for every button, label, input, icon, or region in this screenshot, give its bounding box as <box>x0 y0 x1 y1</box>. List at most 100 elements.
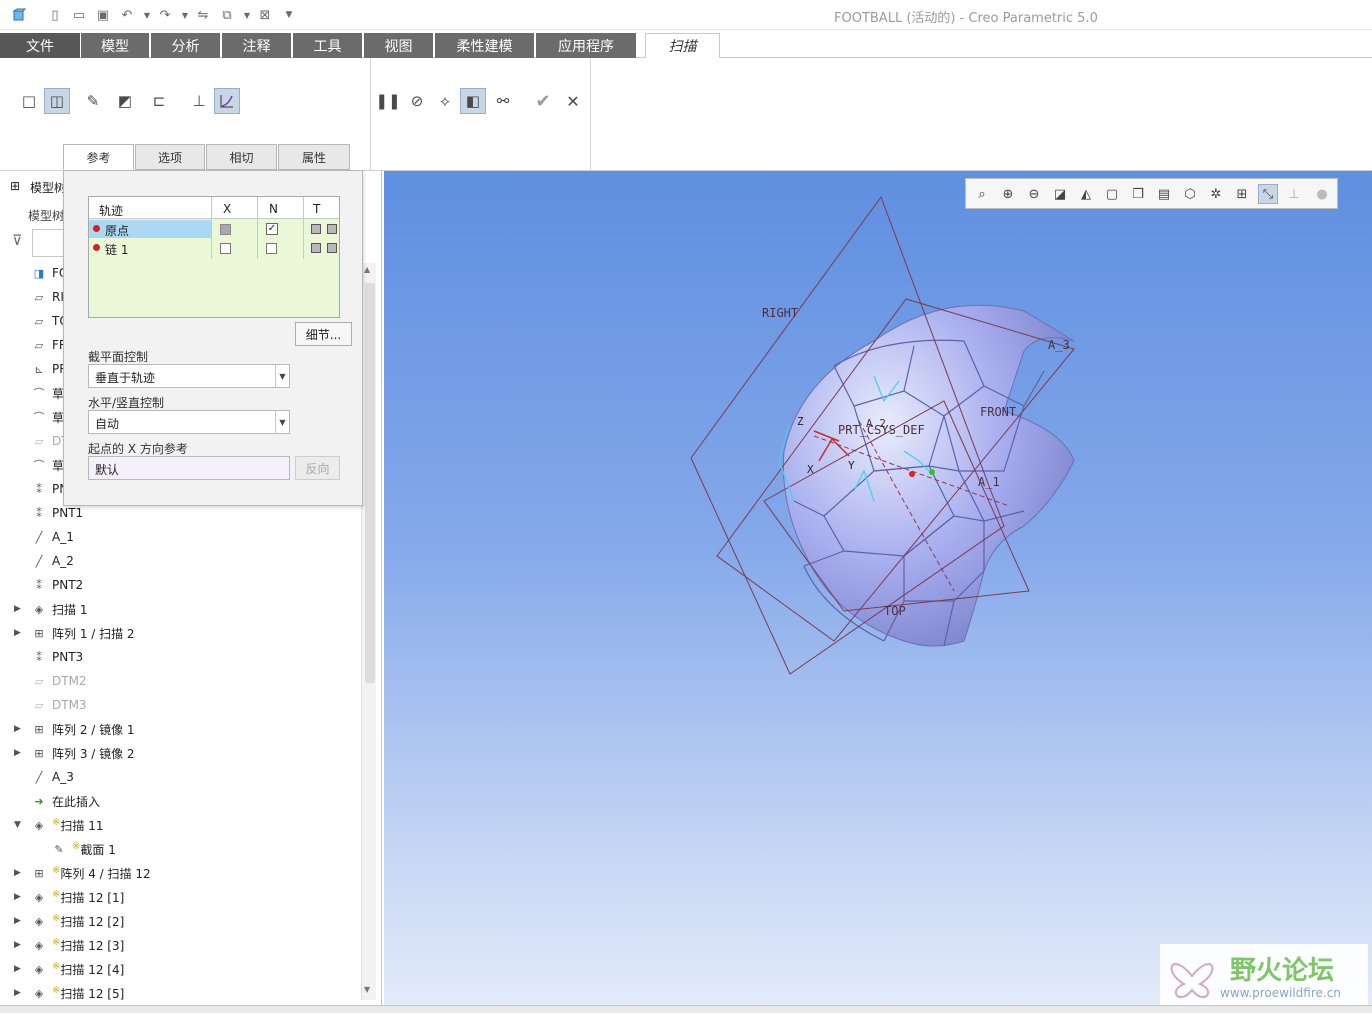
details-button[interactable]: 细节... <box>295 322 352 346</box>
scroll-down-icon[interactable]: ▼ <box>364 985 370 994</box>
tab-flexible-modeling[interactable]: 柔性建模 <box>435 33 534 58</box>
tab-analysis[interactable]: 分析 <box>151 33 220 58</box>
preview-icon[interactable]: ⟡ <box>432 88 458 114</box>
solid-icon[interactable]: □ <box>16 88 42 114</box>
subtab-properties[interactable]: 属性 <box>278 144 350 170</box>
windows-dropdown-icon[interactable]: ▼ <box>238 6 256 24</box>
graphics-viewport[interactable]: RIGHT FRONT TOP PRT_CSYS_DEF A_1 A_2 A_3… <box>384 171 1372 1005</box>
tree-scrollbar[interactable]: ▲ ▼ <box>361 263 376 1000</box>
new-icon[interactable]: ▯ <box>46 6 64 24</box>
customize-icon[interactable]: ▼ <box>280 6 298 24</box>
expand-right-icon[interactable]: ▶ <box>14 724 21 734</box>
redo-icon[interactable]: ↷ <box>156 6 174 24</box>
glasses-icon[interactable]: ⚯ <box>490 88 516 114</box>
tab-model[interactable]: 模型 <box>81 33 149 58</box>
no-preview-icon[interactable]: ⊘ <box>404 88 430 114</box>
hv-control-select[interactable]: 自动 ▼ <box>88 410 290 434</box>
sketch-edit-icon[interactable]: ✎ <box>80 88 106 114</box>
section-control-select[interactable]: 垂直于轨迹 ▼ <box>88 364 290 388</box>
tree-item[interactable]: ✎ ※截面 1 <box>0 837 360 861</box>
origin-n-checkbox[interactable]: ✓ <box>266 223 278 235</box>
variable-section-icon[interactable] <box>214 88 240 114</box>
zoom-out-icon[interactable]: ⊖ <box>1024 184 1044 204</box>
subtab-tangency[interactable]: 相切 <box>206 144 277 170</box>
tree-item[interactable]: ▶ ◈ ※扫描 12 [3] <box>0 933 360 957</box>
tree-item[interactable]: ▶ ⊞ 阵列 1 / 扫描 2 <box>0 621 360 645</box>
verify-mode-icon[interactable]: ◧ <box>460 88 486 114</box>
filter-icon[interactable]: ⊽ <box>12 233 22 249</box>
remove-material-icon[interactable]: ◩ <box>112 88 138 114</box>
appearance-icon[interactable]: ● <box>1312 184 1332 204</box>
pause-icon[interactable]: ❚❚ <box>375 88 401 114</box>
origin-x-checkbox[interactable] <box>220 224 231 235</box>
tree-item[interactable]: ➜ 在此插入 <box>0 789 360 813</box>
ok-check-icon[interactable]: ✔ <box>530 88 556 114</box>
undo-icon[interactable]: ↶ <box>118 6 136 24</box>
tab-sweep[interactable]: 扫描 <box>645 33 720 58</box>
expand-right-icon[interactable]: ▶ <box>14 964 21 974</box>
sketch-display-icon[interactable]: ⊥ <box>1284 184 1304 204</box>
regenerate-icon[interactable]: ⇋ <box>194 6 212 24</box>
perspective-icon[interactable]: ▤ <box>1154 184 1174 204</box>
cancel-x-icon[interactable]: ✕ <box>560 88 586 114</box>
tab-applications[interactable]: 应用程序 <box>536 33 636 58</box>
windows-icon[interactable]: ⧉ <box>218 6 236 24</box>
tab-view[interactable]: 视图 <box>364 33 433 58</box>
expand-right-icon[interactable]: ▶ <box>14 748 21 758</box>
row-origin-name[interactable]: 原点 <box>105 222 129 239</box>
datum-display-icon[interactable]: ✲ <box>1206 184 1226 204</box>
chain-t-box-1[interactable] <box>311 243 321 253</box>
scroll-up-icon[interactable]: ▲ <box>364 265 370 274</box>
expand-right-icon[interactable]: ▶ <box>14 940 21 950</box>
scroll-thumb[interactable] <box>365 283 375 683</box>
redo-dropdown-icon[interactable]: ▼ <box>176 6 194 24</box>
expand-right-icon[interactable]: ▶ <box>14 868 21 878</box>
x-ref-field[interactable]: 默认 <box>88 456 290 480</box>
surface-icon[interactable]: ◫ <box>44 88 70 114</box>
section-view-icon[interactable]: ⬡ <box>1180 184 1200 204</box>
expand-right-icon[interactable]: ▶ <box>14 628 21 638</box>
save-icon[interactable]: ▣ <box>94 6 112 24</box>
tree-item[interactable]: ▶ ◈ ※扫描 12 [1] <box>0 885 360 909</box>
app-icon[interactable] <box>10 6 28 24</box>
tree-tab-icon[interactable]: ⊞ <box>10 179 20 193</box>
expand-right-icon[interactable]: ▶ <box>14 892 21 902</box>
display-style-icon[interactable]: ◭ <box>1076 184 1096 204</box>
tree-item[interactable]: ▱ DTM3 <box>0 693 360 717</box>
refit-icon[interactable]: ⌕ <box>972 184 992 204</box>
tree-item[interactable]: ╱ A_3 <box>0 765 360 789</box>
subtab-options[interactable]: 选项 <box>135 144 205 170</box>
tree-item[interactable]: ╱ A_2 <box>0 549 360 573</box>
tree-item[interactable]: ▶ ◈ ※扫描 12 [5] <box>0 981 360 1005</box>
origin-t-box-2[interactable] <box>327 224 337 234</box>
origin-t-box-1[interactable] <box>311 224 321 234</box>
open-icon[interactable]: ▭ <box>70 6 88 24</box>
tab-annotate[interactable]: 注释 <box>222 33 291 58</box>
zoom-in-icon[interactable]: ⊕ <box>998 184 1018 204</box>
tree-item[interactable]: ▶ ⊞ 阵列 2 / 镜像 1 <box>0 717 360 741</box>
undo-dropdown-icon[interactable]: ▼ <box>138 6 156 24</box>
tree-item[interactable]: ▶ ◈ ※扫描 12 [2] <box>0 909 360 933</box>
row-chain-name[interactable]: 链 1 <box>105 241 128 258</box>
tree-item[interactable]: ▶ ⊞ ※阵列 4 / 扫描 12 <box>0 861 360 885</box>
expand-right-icon[interactable]: ▶ <box>14 988 21 998</box>
view-manager-icon[interactable]: ❐ <box>1128 184 1148 204</box>
repaint-icon[interactable]: ◪ <box>1050 184 1070 204</box>
chain-n-checkbox[interactable] <box>266 243 277 254</box>
thin-icon[interactable]: ⊏ <box>146 88 172 114</box>
flip-button[interactable]: 反向 <box>295 456 340 480</box>
tree-item[interactable]: ▱ DTM2 <box>0 669 360 693</box>
expand-down-icon[interactable]: ▼ <box>14 820 21 830</box>
tree-item[interactable]: ▼ ◈ ※扫描 11 <box>0 813 360 837</box>
chain-t-box-2[interactable] <box>327 243 337 253</box>
tree-item[interactable]: ▶ ◈ ※扫描 12 [4] <box>0 957 360 981</box>
chain-x-checkbox[interactable] <box>220 243 231 254</box>
constant-section-icon[interactable]: ⊥ <box>186 88 212 114</box>
tree-item[interactable]: ⁑ PNT2 <box>0 573 360 597</box>
tree-search-input[interactable] <box>32 229 64 257</box>
annotation-display-icon[interactable]: ⊞ <box>1232 184 1252 204</box>
tree-item[interactable]: ▶ ◈ 扫描 1 <box>0 597 360 621</box>
tab-tools[interactable]: 工具 <box>293 33 362 58</box>
close-window-icon[interactable]: ⊠ <box>256 6 274 24</box>
tree-item[interactable]: ▶ ⊞ 阵列 3 / 镜像 2 <box>0 741 360 765</box>
